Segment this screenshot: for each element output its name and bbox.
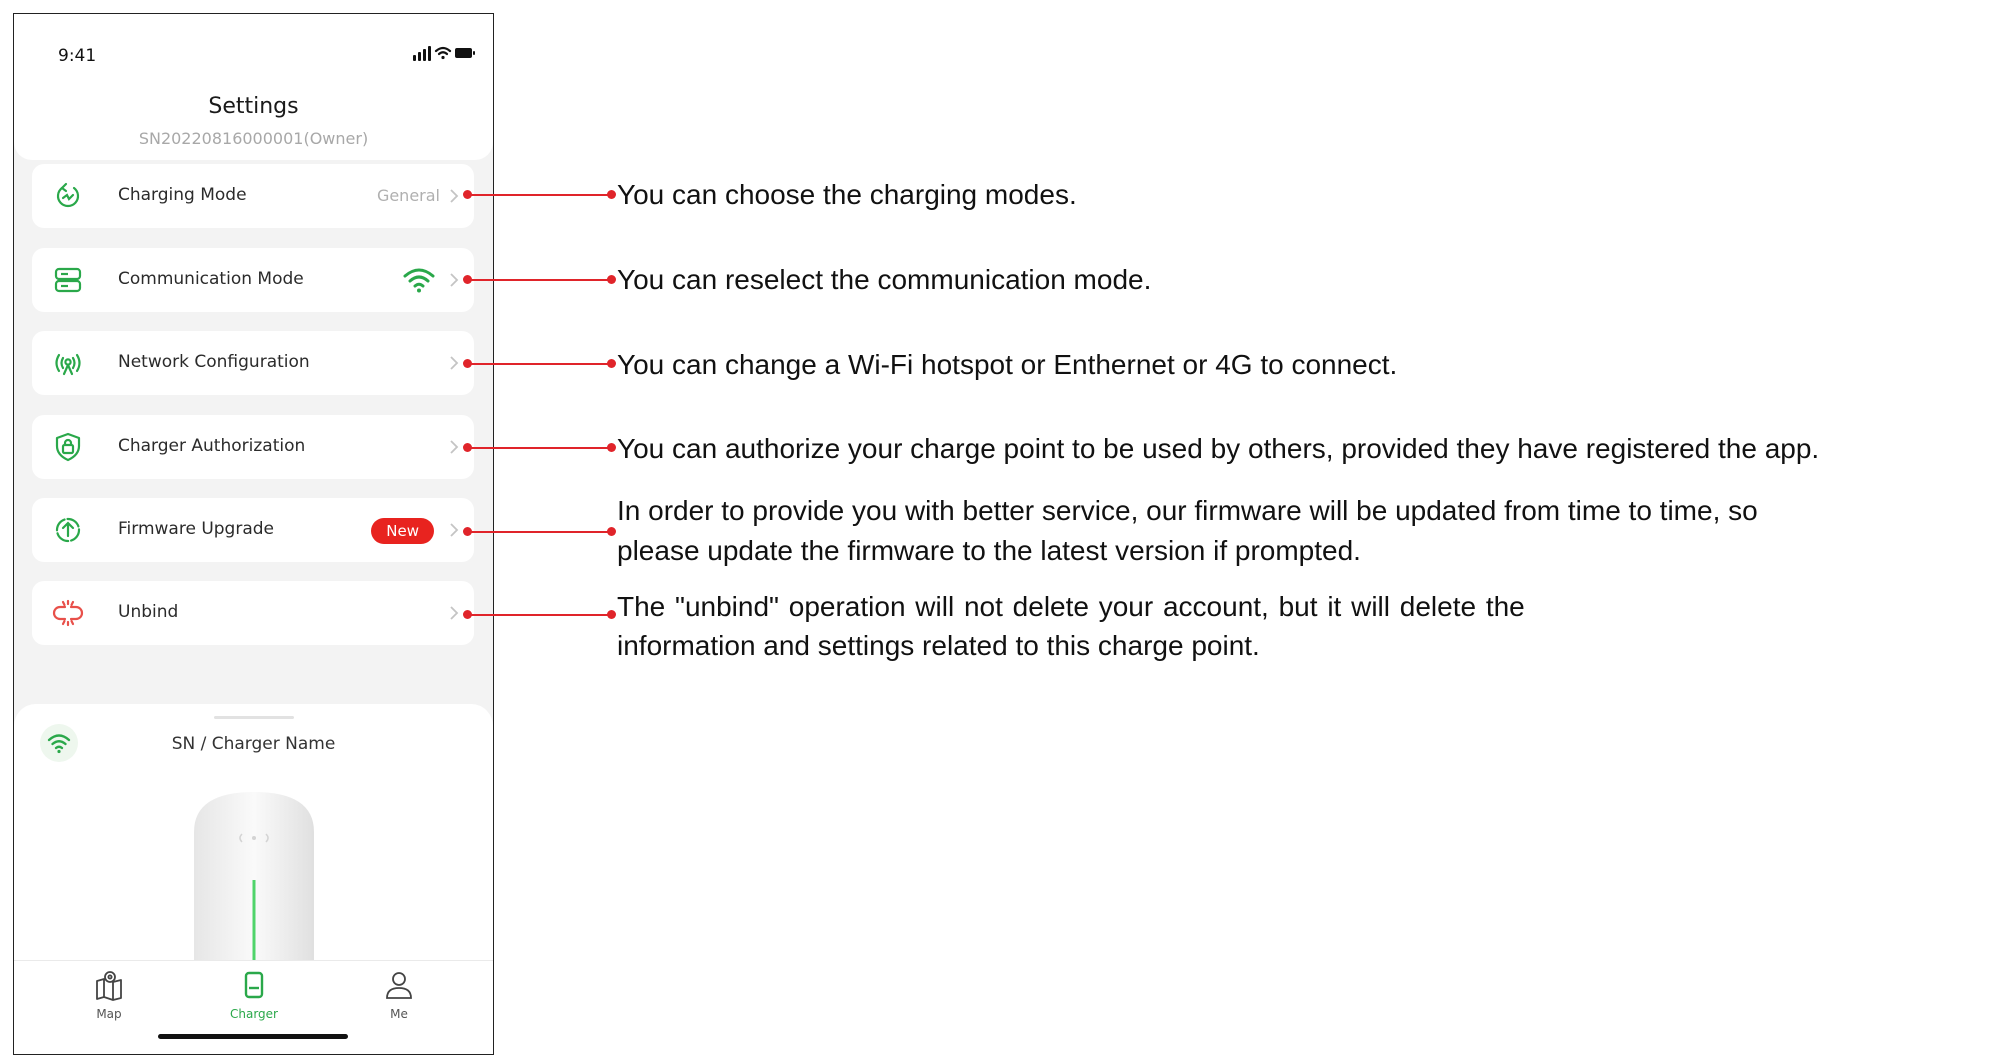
callout-line (468, 363, 610, 365)
chevron-right-icon (450, 189, 459, 203)
callout-dot (607, 190, 616, 199)
callout-line (468, 531, 610, 533)
charging-mode-icon (56, 182, 80, 208)
menu-item-communication-mode[interactable]: Communication Mode (32, 248, 474, 312)
network-config-icon (55, 353, 81, 376)
callout-line (468, 447, 610, 449)
firmware-upgrade-icon (55, 517, 81, 543)
chevron-right-icon (450, 356, 459, 370)
annotation-network-configuration: You can change a Wi-Fi hotspot or Enther… (617, 349, 1398, 380)
shield-lock-icon (55, 432, 81, 462)
status-time: 9:41 (58, 46, 97, 66)
tab-me[interactable]: Me (359, 969, 439, 1025)
wifi-icon (434, 46, 452, 60)
menu-item-network-configuration[interactable]: Network Configuration (32, 331, 474, 395)
menu-item-charging-mode[interactable]: Charging Mode General (32, 164, 474, 228)
menu-label: Charger Authorization (118, 436, 306, 456)
callout-line (468, 194, 610, 196)
menu-label: Network Configuration (118, 352, 310, 372)
menu-label: Unbind (118, 602, 179, 622)
chevron-right-icon (450, 440, 459, 454)
callout-line (468, 279, 610, 281)
sheet-drag-handle[interactable] (214, 716, 294, 719)
menu-label: Communication Mode (118, 269, 304, 289)
callout-dot (607, 359, 616, 368)
battery-icon (455, 48, 475, 58)
menu-label: Charging Mode (118, 185, 247, 205)
charging-mode-value: General (376, 186, 440, 205)
tab-label: Me (390, 1007, 408, 1021)
charger-sheet[interactable]: SN / Charger Name (14, 704, 493, 972)
annotation-unbind-line1: The "unbind" operation will not delete y… (617, 591, 1525, 622)
communication-mode-icon (54, 267, 82, 293)
tab-map[interactable]: Map (69, 969, 149, 1025)
tab-bar: Map Charger Me (14, 960, 493, 1054)
annotation-charger-authorization: You can authorize your charge point to b… (617, 433, 1820, 464)
annotation-firmware-upgrade-line2: please update the firmware to the latest… (617, 535, 1361, 566)
callout-dot (607, 443, 616, 452)
menu-item-firmware-upgrade[interactable]: Firmware Upgrade New (32, 498, 474, 562)
annotation-firmware-upgrade-line1: In order to provide you with better serv… (617, 495, 1758, 526)
home-indicator (158, 1034, 348, 1039)
tab-charger[interactable]: Charger (214, 969, 294, 1025)
annotation-communication-mode: You can reselect the communication mode. (617, 264, 1152, 295)
tab-label: Charger (230, 1007, 278, 1021)
menu-item-charger-authorization[interactable]: Charger Authorization (32, 415, 474, 479)
status-icons (413, 46, 475, 61)
device-serial: SN20220816000001(Owner) (138, 129, 369, 148)
annotation-charging-mode: You can choose the charging modes. (617, 179, 1077, 210)
menu-item-unbind[interactable]: Unbind (32, 581, 474, 645)
chevron-right-icon (450, 523, 459, 537)
menu-label: Firmware Upgrade (118, 519, 274, 539)
callout-dot (607, 610, 616, 619)
tab-label: Map (96, 1007, 122, 1021)
signal-icon (413, 46, 431, 61)
charger-icon (244, 971, 264, 999)
callout-dot (607, 527, 616, 536)
callout-dot (607, 275, 616, 284)
unlink-icon (52, 599, 84, 627)
wifi-icon (403, 268, 435, 293)
user-icon (386, 972, 412, 999)
charger-name: SN / Charger Name (171, 734, 336, 754)
callout-line (468, 614, 610, 616)
phone-screen: 9:41 Settings SN20220816000001(Owner) Ch… (13, 13, 494, 1055)
status-bar: 9:41 (14, 14, 493, 74)
new-badge: New (371, 518, 434, 544)
annotation-unbind-line2: information and settings related to this… (617, 630, 1260, 661)
chevron-right-icon (450, 273, 459, 287)
settings-header: Settings SN20220816000001(Owner) (14, 74, 493, 160)
chevron-right-icon (450, 606, 459, 620)
page-title: Settings (208, 94, 299, 119)
map-pin-icon (96, 971, 122, 1001)
charger-image (194, 792, 314, 972)
